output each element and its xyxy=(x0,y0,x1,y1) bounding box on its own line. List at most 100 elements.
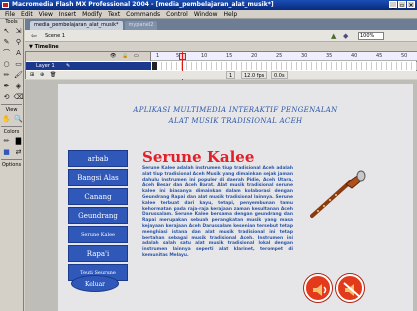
edit-symbol-icon[interactable]: ◆ xyxy=(343,32,348,40)
ruler-number: 50 xyxy=(401,53,408,59)
close-button[interactable]: × xyxy=(407,1,415,9)
exit-button[interactable]: Keluar xyxy=(71,275,119,292)
zoom-select[interactable]: 100% xyxy=(358,32,384,40)
stage[interactable]: APLIKASI MULTIMEDIA INTERAKTIF PENGENALA… xyxy=(58,84,413,311)
sound-play-button[interactable] xyxy=(304,274,332,302)
colors-grid: ✏ ▇ ■ ⇄ xyxy=(0,136,23,157)
keyframe[interactable] xyxy=(152,62,157,70)
colors-label: Colors xyxy=(3,129,20,135)
add-layer-icon[interactable]: ⊞ xyxy=(30,71,34,79)
menu-help[interactable]: Help xyxy=(221,10,241,18)
text-tool-icon[interactable]: A xyxy=(13,48,24,58)
view-label: View xyxy=(5,107,18,113)
eye-icon[interactable]: 👁 xyxy=(110,52,116,61)
frame-cells[interactable] xyxy=(152,62,417,70)
ruler-number: 35 xyxy=(326,53,333,59)
stroke-color-icon[interactable]: ✏ xyxy=(1,136,12,146)
window-controls: _ ▫ × xyxy=(389,1,415,9)
tab-mypanel2[interactable]: mypanel2 xyxy=(124,21,158,30)
ruler-number: 15 xyxy=(226,53,233,59)
line-tool-icon[interactable]: ✎ xyxy=(1,37,12,47)
elapsed-time: 0.0s xyxy=(271,71,288,79)
arrow-tool-icon[interactable]: ↖ xyxy=(1,26,12,36)
menu-view[interactable]: View xyxy=(36,10,56,18)
speaker-mute-icon xyxy=(343,282,361,298)
lasso-tool-icon[interactable]: ⚲ xyxy=(13,37,24,47)
timeline-label: Timeline xyxy=(34,44,59,50)
ruler-number: 20 xyxy=(251,53,258,59)
ruler-number: 40 xyxy=(351,53,358,59)
back-arrow-icon[interactable]: ⇦ xyxy=(31,32,39,40)
title-bar: Macromedia Flash MX Professional 2004 - … xyxy=(0,0,417,10)
tools-header: Tools xyxy=(5,19,18,25)
document-tabs: media_pembelajaran_alat_musik* mypanel2 xyxy=(25,19,417,30)
paint-bucket-tool-icon[interactable]: ◈ xyxy=(13,81,24,91)
nav-button-serune-kalee[interactable]: Serune Kalee xyxy=(68,226,128,243)
menu-commands[interactable]: Commands xyxy=(123,10,163,18)
tools-divider xyxy=(1,104,22,105)
frame-rate: 12.0 fps xyxy=(241,71,268,79)
scene-label[interactable]: Scene 1 xyxy=(45,30,65,42)
nav-button-arbab[interactable]: arbab xyxy=(68,150,128,167)
menu-edit[interactable]: Edit xyxy=(18,10,36,18)
eyedropper-tool-icon[interactable]: ⟲ xyxy=(1,92,12,102)
document-area: media_pembelajaran_alat_musik* mypanel2 … xyxy=(25,19,417,311)
content-title: Serune Kalee xyxy=(142,148,255,166)
timeline-header[interactable]: ▼ Timeline xyxy=(25,43,417,51)
ruler-number: 1 xyxy=(156,53,160,59)
menu-text[interactable]: Text xyxy=(105,10,123,18)
add-guide-icon[interactable]: ⊕ xyxy=(40,71,44,79)
nav-button-bangsi-alas[interactable]: Bangsi Alas xyxy=(68,169,128,186)
fill-color-icon[interactable]: ■ xyxy=(1,147,12,157)
layer-row[interactable]: Layer 1 ✎ xyxy=(26,62,151,70)
ruler-number: 10 xyxy=(201,53,208,59)
timeline-panel: 1 5 10 15 20 25 30 35 40 45 50 👁 🔒 ▭ Lay… xyxy=(25,51,417,80)
window-title: Macromedia Flash MX Professional 2004 - … xyxy=(12,1,274,8)
menu-bar: File Edit View Insert Modify Text Comman… xyxy=(0,10,417,19)
edit-scene-icon[interactable]: ▲ xyxy=(331,32,336,40)
nav-button-geundrang[interactable]: Geundrang xyxy=(68,207,128,224)
view-grid: ✋ 🔍 xyxy=(0,114,23,124)
pencil-tool-icon[interactable]: ✏ xyxy=(1,70,12,80)
menu-modify[interactable]: Modify xyxy=(79,10,105,18)
ink-bottle-tool-icon[interactable]: ✒ xyxy=(1,81,12,91)
subselect-tool-icon[interactable]: ⇲ xyxy=(13,26,24,36)
edit-bar: ⇦ Scene 1 ▲ ◆ 100% xyxy=(25,30,417,42)
menu-window[interactable]: Window xyxy=(191,10,221,18)
tab-media-pembelajaran[interactable]: media_pembelajaran_alat_musik* xyxy=(30,21,123,30)
outline-icon[interactable]: ▭ xyxy=(134,52,139,61)
stroke-swatch[interactable]: ▇ xyxy=(13,136,24,146)
brush-tool-icon[interactable]: 🖌 xyxy=(13,70,24,80)
pencil-icon: ✎ xyxy=(66,63,71,69)
ruler-number: 45 xyxy=(376,53,383,59)
layer-name: Layer 1 xyxy=(36,63,55,69)
ruler-number: 25 xyxy=(276,53,283,59)
nav-button-rapai[interactable]: Rapa'i xyxy=(68,245,128,262)
eraser-tool-icon[interactable]: ⌫ xyxy=(13,92,24,102)
tools-panel: Tools ↖ ⇲ ✎ ⚲ ⌒ A ○ ▭ ✏ 🖌 ✒ ◈ ⟲ ⌫ View ✋… xyxy=(0,19,24,311)
minimize-button[interactable]: _ xyxy=(389,1,397,9)
maximize-button[interactable]: ▫ xyxy=(398,1,406,9)
rectangle-tool-icon[interactable]: ▭ xyxy=(13,59,24,69)
tools-divider xyxy=(1,159,22,160)
tools-divider xyxy=(1,126,22,127)
swap-colors-icon[interactable]: ⇄ xyxy=(13,147,24,157)
lock-icon[interactable]: 🔒 xyxy=(122,52,128,61)
delete-layer-icon[interactable]: 🗑 xyxy=(50,71,56,79)
options-label: Options xyxy=(1,162,22,168)
ruler-number: 30 xyxy=(301,53,308,59)
content-body: Serune Kalee adalah instrumen tiup tradi… xyxy=(142,166,293,258)
current-frame: 1 xyxy=(226,71,236,79)
stage-area: APLIKASI MULTIMEDIA INTERAKTIF PENGENALA… xyxy=(25,80,417,311)
oval-tool-icon[interactable]: ○ xyxy=(1,59,12,69)
hand-tool-icon[interactable]: ✋ xyxy=(1,114,12,124)
sound-mute-button[interactable] xyxy=(336,274,364,302)
flash-window: Macromedia Flash MX Professional 2004 - … xyxy=(0,0,417,311)
nav-button-canang[interactable]: Canang xyxy=(68,188,128,205)
pen-tool-icon[interactable]: ⌒ xyxy=(1,48,12,58)
menu-insert[interactable]: Insert xyxy=(56,10,79,18)
serune-kalee-image xyxy=(310,170,366,218)
zoom-tool-icon[interactable]: 🔍 xyxy=(13,114,24,124)
menu-control[interactable]: Control xyxy=(163,10,191,18)
menu-file[interactable]: File xyxy=(2,10,18,18)
